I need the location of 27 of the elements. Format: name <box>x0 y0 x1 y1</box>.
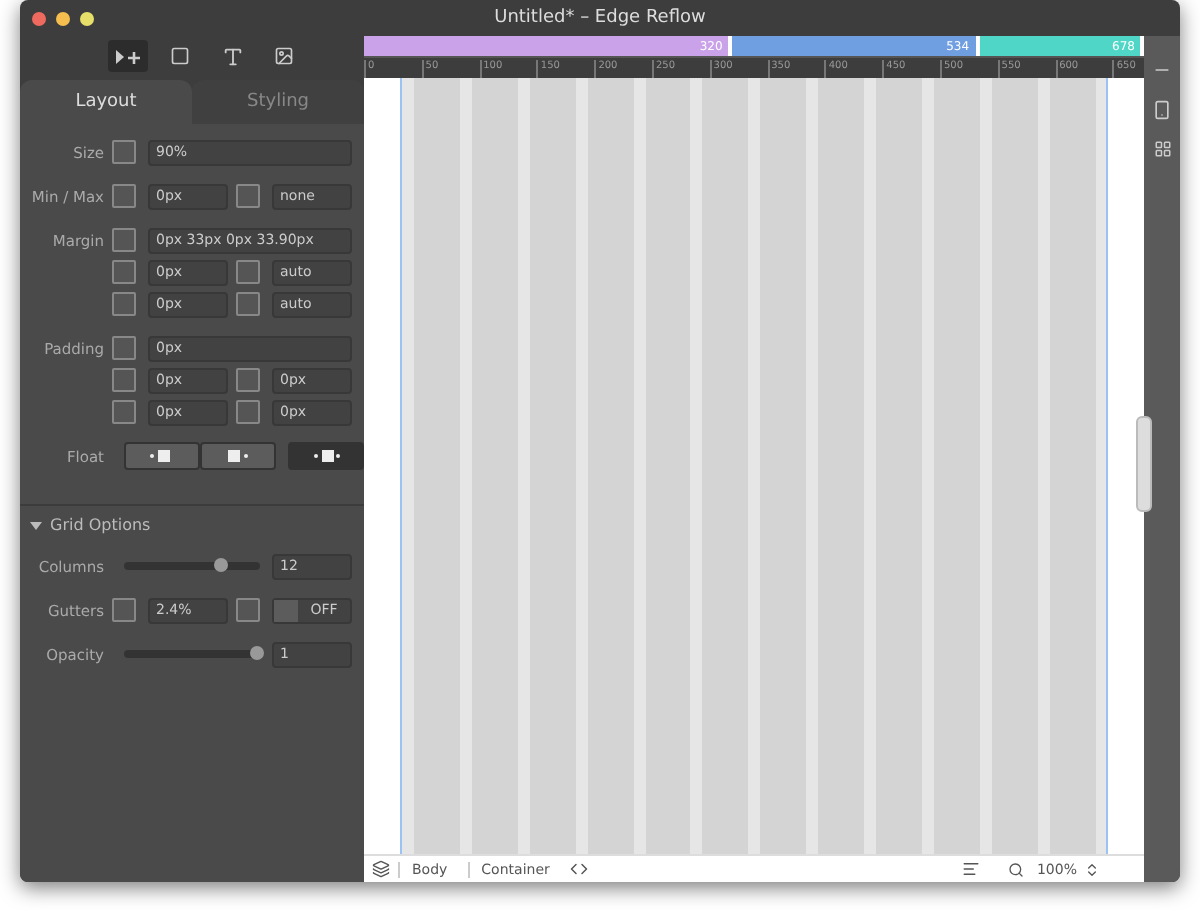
align-icon[interactable] <box>962 860 981 878</box>
float-right-icon <box>224 448 252 464</box>
code-icon[interactable] <box>569 860 588 878</box>
float-left-icon <box>148 448 176 464</box>
float-button[interactable] <box>200 442 276 470</box>
float-button[interactable] <box>288 442 364 470</box>
image-icon <box>274 46 294 66</box>
slider-thumb[interactable] <box>249 646 264 660</box>
tool-button[interactable] <box>108 40 148 72</box>
layers-icon[interactable] <box>372 860 390 878</box>
rectangle-icon <box>170 46 190 66</box>
float-button[interactable] <box>124 442 200 470</box>
select-add-icon <box>114 47 142 65</box>
slider-thumb[interactable] <box>214 558 229 572</box>
device-icon[interactable] <box>1152 100 1173 120</box>
float-none-icon <box>312 448 340 464</box>
grid-icon[interactable] <box>1153 140 1172 158</box>
stepper-icon[interactable] <box>1084 861 1101 877</box>
minimize-button[interactable] <box>56 11 70 25</box>
panel-tab[interactable]: Layout <box>20 80 192 124</box>
text-icon <box>221 45 243 67</box>
close-button[interactable] <box>32 11 46 25</box>
resize-handle[interactable] <box>1136 416 1153 512</box>
grid-options-header[interactable]: Grid Options <box>20 516 364 534</box>
window-title: Untitled* – Edge Reflow <box>492 8 708 28</box>
zoom-button[interactable] <box>80 11 94 25</box>
search-icon <box>1008 861 1025 877</box>
